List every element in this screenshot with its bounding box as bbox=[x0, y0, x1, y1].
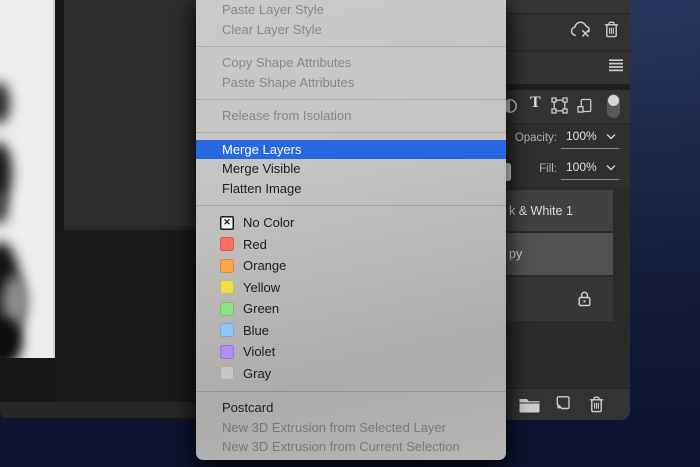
delete-layer-trash-icon[interactable] bbox=[589, 396, 604, 418]
menu-item-label: Green bbox=[243, 301, 280, 317]
layer-row-background[interactable] bbox=[506, 277, 613, 321]
filter-toggle-switch[interactable] bbox=[607, 94, 620, 118]
menu-item-violet[interactable]: Violet bbox=[196, 341, 506, 363]
document-photo bbox=[0, 0, 55, 358]
menu-item-orange[interactable]: Orange bbox=[196, 255, 506, 277]
menu-separator bbox=[196, 92, 506, 106]
menu-item-label: Gray bbox=[243, 365, 272, 381]
smart-object-filter-icon[interactable] bbox=[576, 98, 593, 119]
menu-item-label: Blue bbox=[243, 322, 270, 338]
orange-color-swatch bbox=[220, 258, 234, 273]
menu-item-label: Copy Shape Attributes bbox=[222, 55, 352, 71]
menu-item-red[interactable]: Red bbox=[196, 234, 506, 256]
menu-item-label: Clear Layer Style bbox=[222, 21, 322, 37]
red-color-swatch bbox=[220, 237, 234, 252]
delete-trash-icon[interactable] bbox=[604, 21, 619, 43]
fill-value: 100% bbox=[566, 160, 597, 174]
menu-item-yellow[interactable]: Yellow bbox=[196, 277, 506, 299]
menu-item-paste-layer-style: Paste Layer Style bbox=[196, 0, 506, 20]
photo-detail bbox=[0, 82, 10, 124]
panel-menu-icon[interactable] bbox=[609, 59, 623, 77]
menu-item-label: Red bbox=[243, 236, 267, 252]
menu-item-clear-layer-style: Clear Layer Style bbox=[196, 20, 506, 40]
menu-item-label: New 3D Extrusion from Selected Layer bbox=[222, 419, 446, 435]
layer-context-menu: Paste Layer Style Clear Layer Style Copy S… bbox=[196, 0, 506, 460]
menu-item-flatten-image[interactable]: Flatten Image bbox=[196, 179, 506, 199]
desktop-background: T Opacity: 100% Fill: 100% k & White 1 p… bbox=[0, 0, 700, 467]
menu-item-label: Merge Visible bbox=[222, 161, 301, 177]
opacity-label: Opacity: bbox=[514, 132, 557, 144]
layers-panel: T Opacity: 100% Fill: 100% k & White 1 p… bbox=[503, 0, 630, 420]
menu-item-label: Paste Shape Attributes bbox=[222, 74, 355, 90]
menu-item-release-from-isolation: Release from Isolation bbox=[196, 106, 506, 126]
layer-properties: Opacity: 100% Fill: 100% bbox=[506, 124, 630, 187]
layers-list: k & White 1 py bbox=[506, 187, 630, 388]
menu-item-label: Violet bbox=[243, 344, 276, 360]
menu-item-merge-visible[interactable]: Merge Visible bbox=[196, 159, 506, 179]
menu-separator bbox=[196, 126, 506, 140]
violet-color-swatch bbox=[220, 344, 234, 359]
chevron-down-icon bbox=[606, 127, 616, 145]
layer-name: py bbox=[509, 247, 523, 261]
shape-filter-icon[interactable] bbox=[551, 97, 568, 119]
new-group-folder-icon[interactable] bbox=[518, 397, 541, 418]
green-color-swatch bbox=[220, 301, 234, 316]
menu-item-gray[interactable]: Gray bbox=[196, 363, 506, 385]
layer-row-black-and-white-1[interactable]: k & White 1 bbox=[506, 190, 613, 231]
menu-separator bbox=[196, 384, 506, 398]
menu-item-new-3d-extrusion-from-current-selection: New 3D Extrusion from Current Selection bbox=[196, 437, 506, 457]
yellow-color-swatch bbox=[220, 280, 234, 295]
menu-item-label: Orange bbox=[243, 258, 287, 274]
menu-item-label: Postcard bbox=[222, 400, 274, 416]
layer-row-copy[interactable]: py bbox=[506, 233, 613, 275]
no-color-swatch: ✕ bbox=[220, 215, 234, 230]
layers-panel-header bbox=[506, 52, 630, 84]
blue-color-swatch bbox=[220, 323, 234, 338]
menu-item-label: New 3D Extrusion from Current Selection bbox=[222, 439, 460, 455]
gray-color-swatch bbox=[220, 366, 234, 381]
opacity-dropdown[interactable]: 100% bbox=[561, 127, 619, 149]
cloud-sync-off-icon[interactable] bbox=[569, 21, 593, 44]
new-layer-icon[interactable] bbox=[553, 395, 571, 417]
menu-item-green[interactable]: Green bbox=[196, 298, 506, 320]
menu-item-copy-shape-attributes: Copy Shape Attributes bbox=[196, 53, 506, 73]
fill-dropdown[interactable]: 100% bbox=[561, 158, 619, 180]
menu-separator bbox=[196, 39, 506, 53]
menu-item-new-3d-extrusion-from-selected-layer: New 3D Extrusion from Selected Layer bbox=[196, 418, 506, 438]
menu-item-label: Flatten Image bbox=[222, 180, 302, 196]
menu-item-label: Release from Isolation bbox=[222, 108, 352, 124]
opacity-value: 100% bbox=[566, 129, 597, 143]
menu-item-label: Yellow bbox=[243, 279, 281, 295]
layer-filter-bar: T bbox=[503, 90, 630, 124]
fill-label: Fill: bbox=[539, 163, 557, 175]
menu-item-paste-shape-attributes: Paste Shape Attributes bbox=[196, 73, 506, 93]
menu-item-label: Merge Layers bbox=[222, 141, 302, 157]
chevron-down-icon bbox=[606, 158, 616, 176]
menu-item-blue[interactable]: Blue bbox=[196, 320, 506, 342]
layers-panel-footer bbox=[506, 388, 630, 420]
menu-separator bbox=[196, 198, 506, 212]
lock-icon bbox=[577, 290, 592, 313]
menu-item-no-color[interactable]: ✕ No Color bbox=[196, 212, 506, 234]
menu-item-label: Paste Layer Style bbox=[222, 2, 324, 18]
menu-item-merge-layers[interactable]: Merge Layers bbox=[196, 139, 506, 159]
menu-item-postcard[interactable]: Postcard bbox=[196, 398, 506, 418]
layer-name: k & White 1 bbox=[509, 203, 573, 218]
panel-top-band bbox=[506, 0, 630, 14]
menu-item-label: No Color bbox=[243, 215, 295, 231]
panel-header-bar bbox=[506, 14, 630, 51]
type-filter-icon[interactable]: T bbox=[530, 95, 541, 111]
